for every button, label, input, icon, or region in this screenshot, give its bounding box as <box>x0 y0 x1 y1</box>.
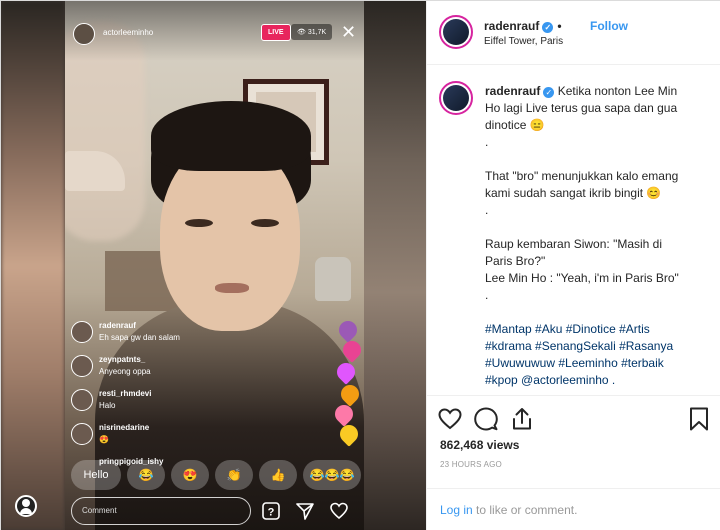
blurred-background-left <box>1 1 65 530</box>
floating-hearts <box>331 317 364 451</box>
caption-line: Ho lagi Live terus gua sapa dan gua <box>485 101 678 115</box>
caption-author-username[interactable]: radenrauf <box>485 84 540 98</box>
heart-icon <box>331 401 357 427</box>
follow-button[interactable]: Follow <box>590 19 628 33</box>
post-header: radenrauf ✓ • Follow Eiffel Tower, Paris <box>427 1 720 65</box>
commenter-name: resti_rhmdevi <box>99 389 152 398</box>
live-video-frame[interactable]: actorleeminho LIVE 👁 31,7K ✕ radenrauf E… <box>65 1 364 530</box>
blurred-background-right <box>364 1 426 530</box>
reaction-hello[interactable]: Hello <box>71 460 121 490</box>
caption-author-avatar[interactable] <box>439 81 473 115</box>
action-bar <box>437 406 712 432</box>
live-comment: nisrinedarine 😍 <box>71 421 271 451</box>
comment-text: Halo <box>99 401 116 410</box>
post-details-panel: radenrauf ✓ • Follow Eiffel Tower, Paris r… <box>426 1 720 530</box>
live-comment: resti_rhmdevi Halo <box>71 387 271 417</box>
heart-icon <box>333 359 359 385</box>
live-comment: radenrauf Eh sapa gw dan salam <box>71 319 271 349</box>
live-comments: radenrauf Eh sapa gw dan salam zeynpatnt… <box>71 319 271 473</box>
quick-reactions: Hello 😂 😍 👏 👍 😂😂😂 <box>71 460 361 490</box>
viewer-count-value: 31,7K <box>307 29 327 36</box>
hashtag-line[interactable]: #Mantap #Aku #Dinotice #Artis <box>485 321 713 338</box>
person-hair-fringe <box>151 101 311 171</box>
caption-gap <box>485 304 713 321</box>
commenter-avatar <box>71 389 93 411</box>
hashtag-line[interactable]: #Uwuwuwuw #Leeminho #terbaik <box>485 355 713 372</box>
login-prompt: Log in to like or comment. <box>427 488 720 530</box>
author-avatar[interactable] <box>439 15 473 49</box>
caption-line: Raup kembaran Siwon: "Masih di <box>485 237 663 251</box>
login-prompt-text: to like or comment. <box>472 503 578 517</box>
caption-line: dinotice 😑 <box>485 118 545 132</box>
hashtag-line[interactable]: #kdrama #SenangSekali #Rasanya <box>485 338 713 355</box>
hashtag-line[interactable]: #kpop @actorleeminho . <box>485 372 713 389</box>
commenter-name: radenrauf <box>99 321 136 330</box>
caption-line: radenrauf ✓ Ketika nonton Lee Min <box>485 84 678 98</box>
heart-icon <box>339 337 364 363</box>
commenter-avatar <box>71 423 93 445</box>
heart-icon <box>336 421 362 447</box>
reaction-thumbs-up[interactable]: 👍 <box>259 460 297 490</box>
person-eye-right <box>251 219 279 227</box>
post-footer: 862,468 views 23 HOURS AGO Log in to lik… <box>427 395 720 530</box>
caption-line: That "bro" menunjukkan kalo emang <box>485 169 679 183</box>
live-host-avatar[interactable] <box>73 23 95 45</box>
post-media[interactable]: actorleeminho LIVE 👁 31,7K ✕ radenrauf E… <box>1 1 426 530</box>
login-link[interactable]: Log in <box>440 503 473 517</box>
caption-line: . <box>485 135 489 149</box>
user-tag-icon[interactable] <box>15 495 37 517</box>
commenter-name: nisrinedarine <box>99 423 150 432</box>
comment-text: 😍 <box>99 435 109 444</box>
comment-input[interactable]: Comment <box>71 497 251 525</box>
eye-icon: 👁 <box>297 29 306 36</box>
comment-text: Anyeong oppa <box>99 367 151 376</box>
separator-dot: • <box>557 19 562 33</box>
caption-body: radenrauf ✓ Ketika nonton Lee Min Ho lagi… <box>485 83 713 395</box>
commenter-avatar <box>71 355 93 377</box>
send-icon[interactable] <box>293 499 317 523</box>
comment-bubble-icon[interactable] <box>473 406 499 432</box>
question-icon[interactable]: ? <box>259 499 283 523</box>
bookmark-icon[interactable] <box>686 406 712 432</box>
like-heart-icon[interactable] <box>437 406 463 432</box>
live-host-username[interactable]: actorleeminho <box>103 28 153 37</box>
person-eye-left <box>185 219 213 227</box>
caption-gap <box>485 151 713 168</box>
commenter-avatar <box>71 321 93 343</box>
reaction-heart-eyes[interactable]: 😍 <box>171 460 209 490</box>
post-location[interactable]: Eiffel Tower, Paris <box>484 36 563 47</box>
instagram-post-window: actorleeminho LIVE 👁 31,7K ✕ radenrauf E… <box>0 0 720 530</box>
heart-outline-icon[interactable] <box>327 499 351 523</box>
view-count[interactable]: 862,468 views <box>440 438 519 452</box>
post-timestamp[interactable]: 23 HOURS AGO <box>440 460 502 469</box>
caption-line: Paris Bro?" <box>485 254 546 268</box>
heart-icon <box>335 317 361 343</box>
caption-line: Lee Min Ho : "Yeah, i'm in Paris Bro" <box>485 271 679 285</box>
close-icon[interactable]: ✕ <box>341 23 356 41</box>
live-comment: zeynpatnts_ Anyeong oppa <box>71 353 271 383</box>
caption-line: . <box>485 288 489 302</box>
heart-icon <box>337 381 363 407</box>
caption-line: . <box>485 203 489 217</box>
live-badge: LIVE <box>261 24 291 41</box>
reaction-laugh[interactable]: 😂 <box>127 460 165 490</box>
author-username[interactable]: radenrauf <box>484 19 539 33</box>
reaction-clap[interactable]: 👏 <box>215 460 253 490</box>
person-mouth <box>215 283 249 293</box>
reaction-laugh-triple[interactable]: 😂😂😂 <box>303 460 361 490</box>
caption-gap <box>485 219 713 236</box>
viewer-count: 👁 31,7K <box>291 24 333 40</box>
kettle <box>315 257 351 301</box>
author-username-row: radenrauf ✓ • <box>484 19 566 33</box>
share-icon[interactable] <box>509 406 535 432</box>
verified-badge-icon: ✓ <box>542 22 554 33</box>
live-bottom-bar: Comment ? <box>65 491 364 530</box>
commenter-name: zeynpatnts_ <box>99 355 146 364</box>
comment-text: Eh sapa gw dan salam <box>99 333 180 342</box>
svg-text:?: ? <box>268 507 275 519</box>
caption-line: kami sudah sangat ikrib bingit 😊 <box>485 186 662 200</box>
post-caption: radenrauf ✓ Ketika nonton Lee Min Ho lagi… <box>427 65 720 395</box>
verified-badge-icon: ✓ <box>543 87 555 98</box>
